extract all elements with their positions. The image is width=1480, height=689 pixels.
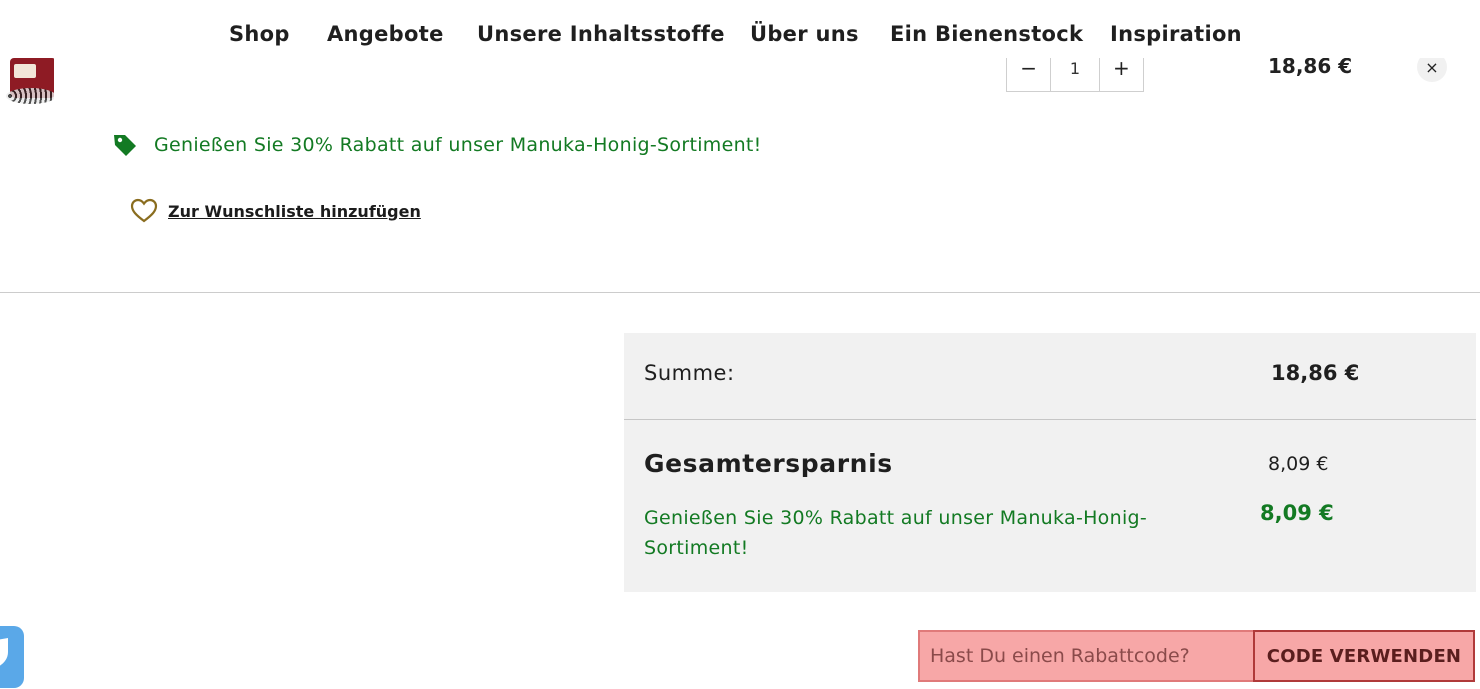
subtotal-label: Summe: [644,361,735,385]
nav-item-angebote[interactable]: Angebote [327,22,444,46]
chat-shield-icon [0,638,8,666]
add-to-wishlist-link[interactable]: Zur Wunschliste hinzufügen [130,198,421,224]
product-jar-label [14,64,36,78]
total-savings-value: 8,09 € [1268,453,1329,475]
main-navigation: Shop Angebote Unsere Inhaltsstoffe Über … [0,0,1480,58]
nav-item-ueber-uns[interactable]: Über uns [750,22,859,46]
item-promo-text: Genießen Sie 30% Rabatt auf unser Manuka… [154,134,762,156]
apply-coupon-button[interactable]: CODE VERWENDEN [1253,630,1475,682]
heart-icon [130,198,158,223]
nav-item-bienenstock[interactable]: Ein Bienenstock [890,22,1083,46]
tag-icon [114,135,136,156]
summary-divider [624,419,1476,420]
nav-item-inhaltsstoffe[interactable]: Unsere Inhaltsstoffe [477,22,725,46]
wishlist-label: Zur Wunschliste hinzufügen [168,201,421,221]
product-thumbnail[interactable] [6,58,54,104]
promo-discount-value: 8,09 € [1260,501,1334,525]
chat-widget-button[interactable] [0,626,24,688]
nav-item-shop[interactable]: Shop [229,22,290,46]
nav-item-inspiration[interactable]: Inspiration [1110,22,1242,46]
order-summary: Summe: 18,86 € Gesamtersparnis 8,09 € Ge… [624,333,1476,592]
subtotal-value: 18,86 € [1271,361,1360,385]
section-divider [0,292,1480,293]
product-bees-decoration [6,88,54,104]
item-promo-line: Genießen Sie 30% Rabatt auf unser Manuka… [112,132,762,158]
promo-description: Genießen Sie 30% Rabatt auf unser Manuka… [644,507,1148,559]
coupon-code-input[interactable] [918,630,1254,682]
close-icon: × [1425,57,1439,77]
total-savings-label: Gesamtersparnis [644,449,893,478]
